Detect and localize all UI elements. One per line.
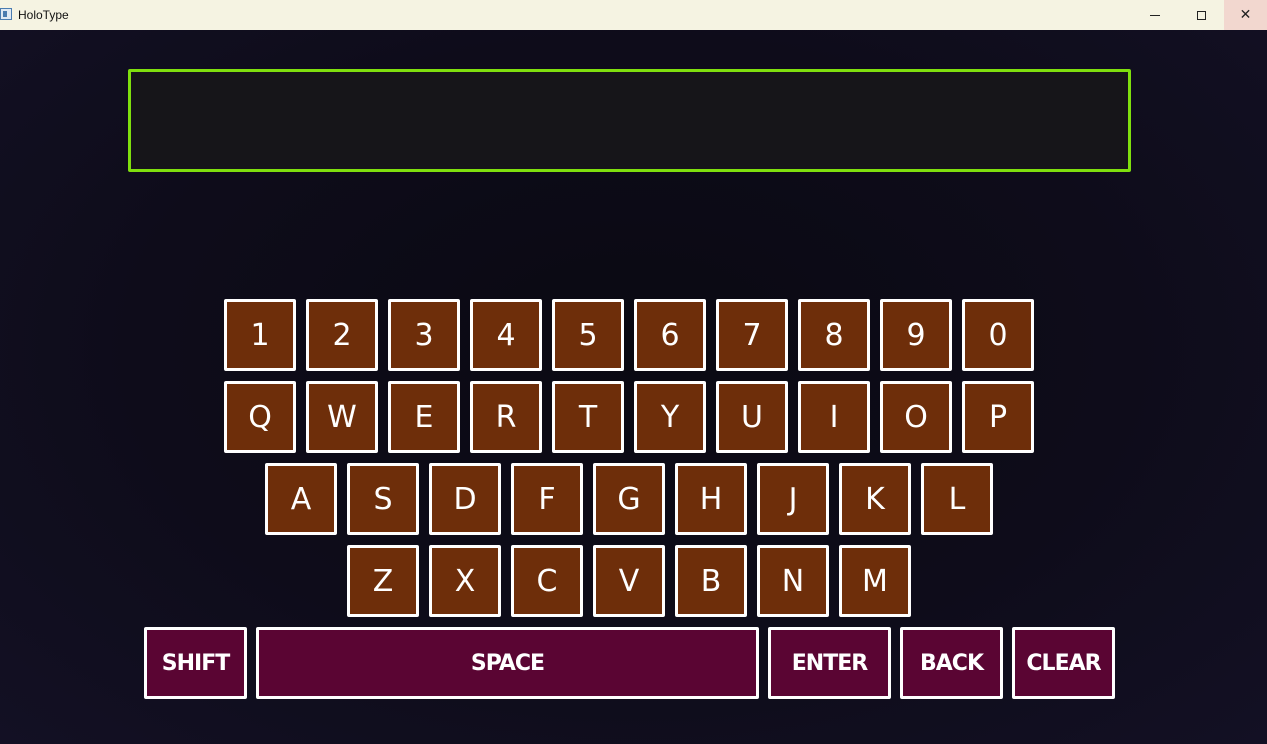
key-i[interactable]: I	[798, 381, 870, 453]
key-7[interactable]: 7	[716, 299, 788, 371]
enter-key[interactable]: ENTER	[768, 627, 891, 699]
key-8[interactable]: 8	[798, 299, 870, 371]
key-b[interactable]: B	[675, 545, 747, 617]
key-d[interactable]: D	[429, 463, 501, 535]
key-1[interactable]: 1	[224, 299, 296, 371]
key-v[interactable]: V	[593, 545, 665, 617]
back-key[interactable]: BACK	[900, 627, 1003, 699]
minimize-icon	[1150, 14, 1160, 16]
maximize-icon	[1196, 10, 1206, 20]
key-h[interactable]: H	[675, 463, 747, 535]
key-p[interactable]: P	[962, 381, 1034, 453]
key-0[interactable]: 0	[962, 299, 1034, 371]
key-4[interactable]: 4	[470, 299, 542, 371]
key-l[interactable]: L	[921, 463, 993, 535]
minimize-button[interactable]	[1132, 0, 1178, 30]
key-5[interactable]: 5	[552, 299, 624, 371]
key-r[interactable]: R	[470, 381, 542, 453]
key-j[interactable]: J	[757, 463, 829, 535]
space-key[interactable]: SPACE	[256, 627, 759, 699]
app-icon	[0, 8, 12, 20]
close-button[interactable]: ✕	[1224, 0, 1267, 30]
close-icon: ✕	[1239, 7, 1252, 23]
key-m[interactable]: M	[839, 545, 911, 617]
text-display[interactable]	[128, 69, 1131, 172]
key-s[interactable]: S	[347, 463, 419, 535]
key-k[interactable]: K	[839, 463, 911, 535]
key-a[interactable]: A	[265, 463, 337, 535]
key-9[interactable]: 9	[880, 299, 952, 371]
shift-key[interactable]: SHIFT	[144, 627, 247, 699]
key-e[interactable]: E	[388, 381, 460, 453]
key-x[interactable]: X	[429, 545, 501, 617]
key-t[interactable]: T	[552, 381, 624, 453]
key-y[interactable]: Y	[634, 381, 706, 453]
key-o[interactable]: O	[880, 381, 952, 453]
key-c[interactable]: C	[511, 545, 583, 617]
key-g[interactable]: G	[593, 463, 665, 535]
clear-key[interactable]: CLEAR	[1012, 627, 1115, 699]
key-q[interactable]: Q	[224, 381, 296, 453]
title-bar: HoloType ✕	[0, 0, 1267, 30]
key-2[interactable]: 2	[306, 299, 378, 371]
key-w[interactable]: W	[306, 381, 378, 453]
key-z[interactable]: Z	[347, 545, 419, 617]
key-n[interactable]: N	[757, 545, 829, 617]
key-u[interactable]: U	[716, 381, 788, 453]
maximize-button[interactable]	[1178, 0, 1224, 30]
key-f[interactable]: F	[511, 463, 583, 535]
key-6[interactable]: 6	[634, 299, 706, 371]
key-3[interactable]: 3	[388, 299, 460, 371]
window-title: HoloType	[18, 8, 69, 22]
